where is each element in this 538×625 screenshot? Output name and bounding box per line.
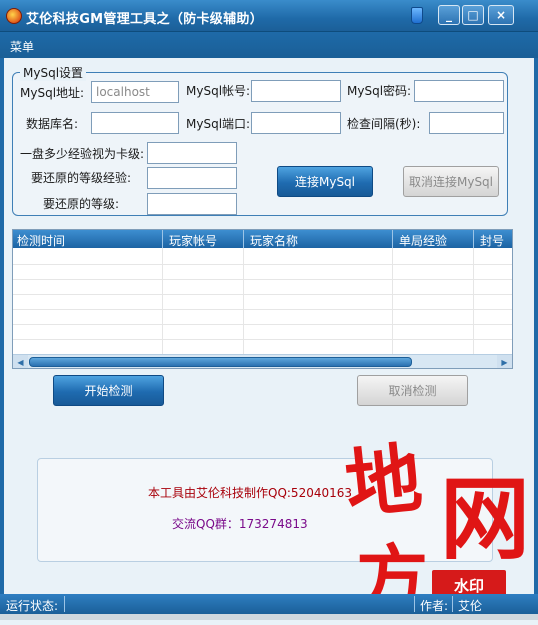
mysql-account-label: MySql帐号:: [186, 84, 251, 98]
scroll-left-arrow-icon[interactable]: ◀: [13, 355, 28, 368]
disconnect-mysql-button[interactable]: 取消连接MySql: [403, 166, 499, 197]
watermark-char-1: 地: [341, 433, 427, 530]
run-status-label: 运行状态:: [6, 599, 59, 613]
status-bar: 运行状态: 作者: 艾伦: [0, 594, 538, 614]
pin-icon[interactable]: [411, 7, 423, 24]
mysql-password-label: MySql密码:: [347, 84, 412, 98]
scroll-thumb[interactable]: [29, 357, 412, 367]
scroll-right-arrow-icon[interactable]: ▶: [497, 355, 512, 368]
start-detection-button[interactable]: 开始检测: [53, 375, 164, 406]
title-bar: 艾伦科技GM管理工具之（防卡级辅助） _ □ ×: [0, 0, 538, 32]
column-header-exp[interactable]: 单局经验: [399, 232, 447, 249]
window-border-right: [534, 58, 538, 598]
mysql-password-input[interactable]: [414, 80, 504, 102]
maximize-button[interactable]: □: [462, 5, 484, 25]
column-header-account[interactable]: 玩家帐号: [169, 232, 217, 249]
check-interval-label: 检查间隔(秒):: [347, 117, 421, 131]
author-info-text: 本工具由艾伦科技制作QQ:52040163: [148, 486, 353, 500]
minimize-button[interactable]: _: [438, 5, 460, 25]
database-name-input[interactable]: [91, 112, 179, 134]
mysql-settings-title: MySql设置: [20, 64, 87, 81]
column-header-name[interactable]: 玩家名称: [250, 232, 298, 249]
exp-threshold-input[interactable]: [147, 142, 237, 164]
qq-group-text: 交流QQ群：173274813: [172, 517, 308, 531]
window-title: 艾伦科技GM管理工具之（防卡级辅助）: [26, 12, 264, 27]
cancel-detection-button[interactable]: 取消检测: [357, 375, 468, 406]
restore-level-label: 要还原的等级:: [43, 197, 120, 211]
column-header-time[interactable]: 检测时间: [17, 232, 65, 249]
restore-level-input[interactable]: [147, 193, 237, 215]
check-interval-input[interactable]: [429, 112, 504, 134]
restore-exp-input[interactable]: [147, 167, 237, 189]
connect-mysql-button[interactable]: 连接MySql: [277, 166, 373, 197]
close-button[interactable]: ×: [488, 5, 514, 25]
author-label: 作者:: [420, 599, 449, 613]
restore-exp-label: 要还原的等级经验:: [31, 171, 132, 185]
mysql-port-input[interactable]: [251, 112, 341, 134]
menu-item-main[interactable]: 菜单: [10, 38, 34, 55]
mysql-port-label: MySql端口:: [186, 117, 251, 131]
app-logo-icon: [6, 8, 22, 24]
menu-bar: 菜单: [0, 32, 538, 58]
watermark-char-2: 网: [440, 466, 530, 572]
author-value: 艾伦: [458, 599, 483, 613]
window-border-left: [0, 58, 4, 598]
column-header-ban[interactable]: 封号: [480, 232, 504, 249]
bottom-edge: [0, 614, 538, 620]
mysql-host-input[interactable]: [91, 81, 179, 103]
mysql-host-label: MySql地址:: [20, 86, 85, 100]
detection-table[interactable]: 检测时间 玩家帐号 玩家名称 单局经验 封号 ◀ ▶: [12, 229, 513, 369]
database-name-label: 数据库名:: [26, 117, 79, 131]
horizontal-scrollbar[interactable]: ◀ ▶: [13, 354, 512, 368]
mysql-account-input[interactable]: [251, 80, 341, 102]
table-header: 检测时间 玩家帐号 玩家名称 单局经验 封号: [13, 230, 512, 249]
exp-threshold-label: 一盘多少经验视为卡级:: [20, 147, 145, 161]
